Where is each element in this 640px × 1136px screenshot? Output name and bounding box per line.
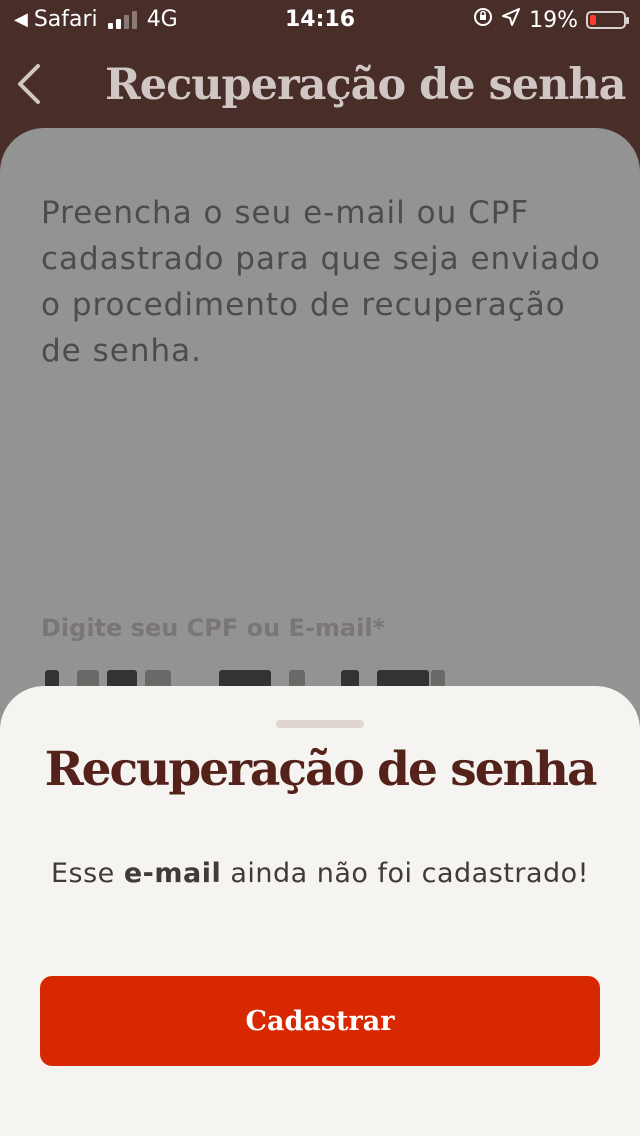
message-suffix: ainda não foi cadastrado! (221, 858, 589, 889)
message-prefix: Esse (50, 858, 124, 889)
orientation-lock-icon (473, 7, 493, 33)
bottom-sheet: Recuperação de senha Esse e-mail ainda n… (0, 686, 640, 1136)
register-button[interactable]: Cadastrar (40, 976, 600, 1066)
battery-icon (586, 11, 629, 29)
message-bold: e-mail (123, 858, 222, 889)
email-field-label: Digite seu CPF ou E-mail* (41, 614, 386, 642)
page-title: Recuperação de senha (105, 60, 627, 110)
form-description: Preencha o seu e-mail ou CPF cadastrado … (41, 195, 601, 369)
location-icon (501, 7, 521, 33)
header: Recuperação de senha (0, 40, 640, 130)
sheet-message: Esse e-mail ainda não foi cadastrado! (0, 858, 640, 889)
sheet-title: Recuperação de senha (44, 742, 598, 797)
status-bar: ◀ Safari 4G 14:16 19% (0, 0, 640, 40)
back-button[interactable] (12, 60, 52, 108)
battery-percent: 19% (529, 7, 578, 33)
sheet-grabber[interactable] (276, 720, 364, 728)
chevron-left-icon (18, 64, 40, 104)
